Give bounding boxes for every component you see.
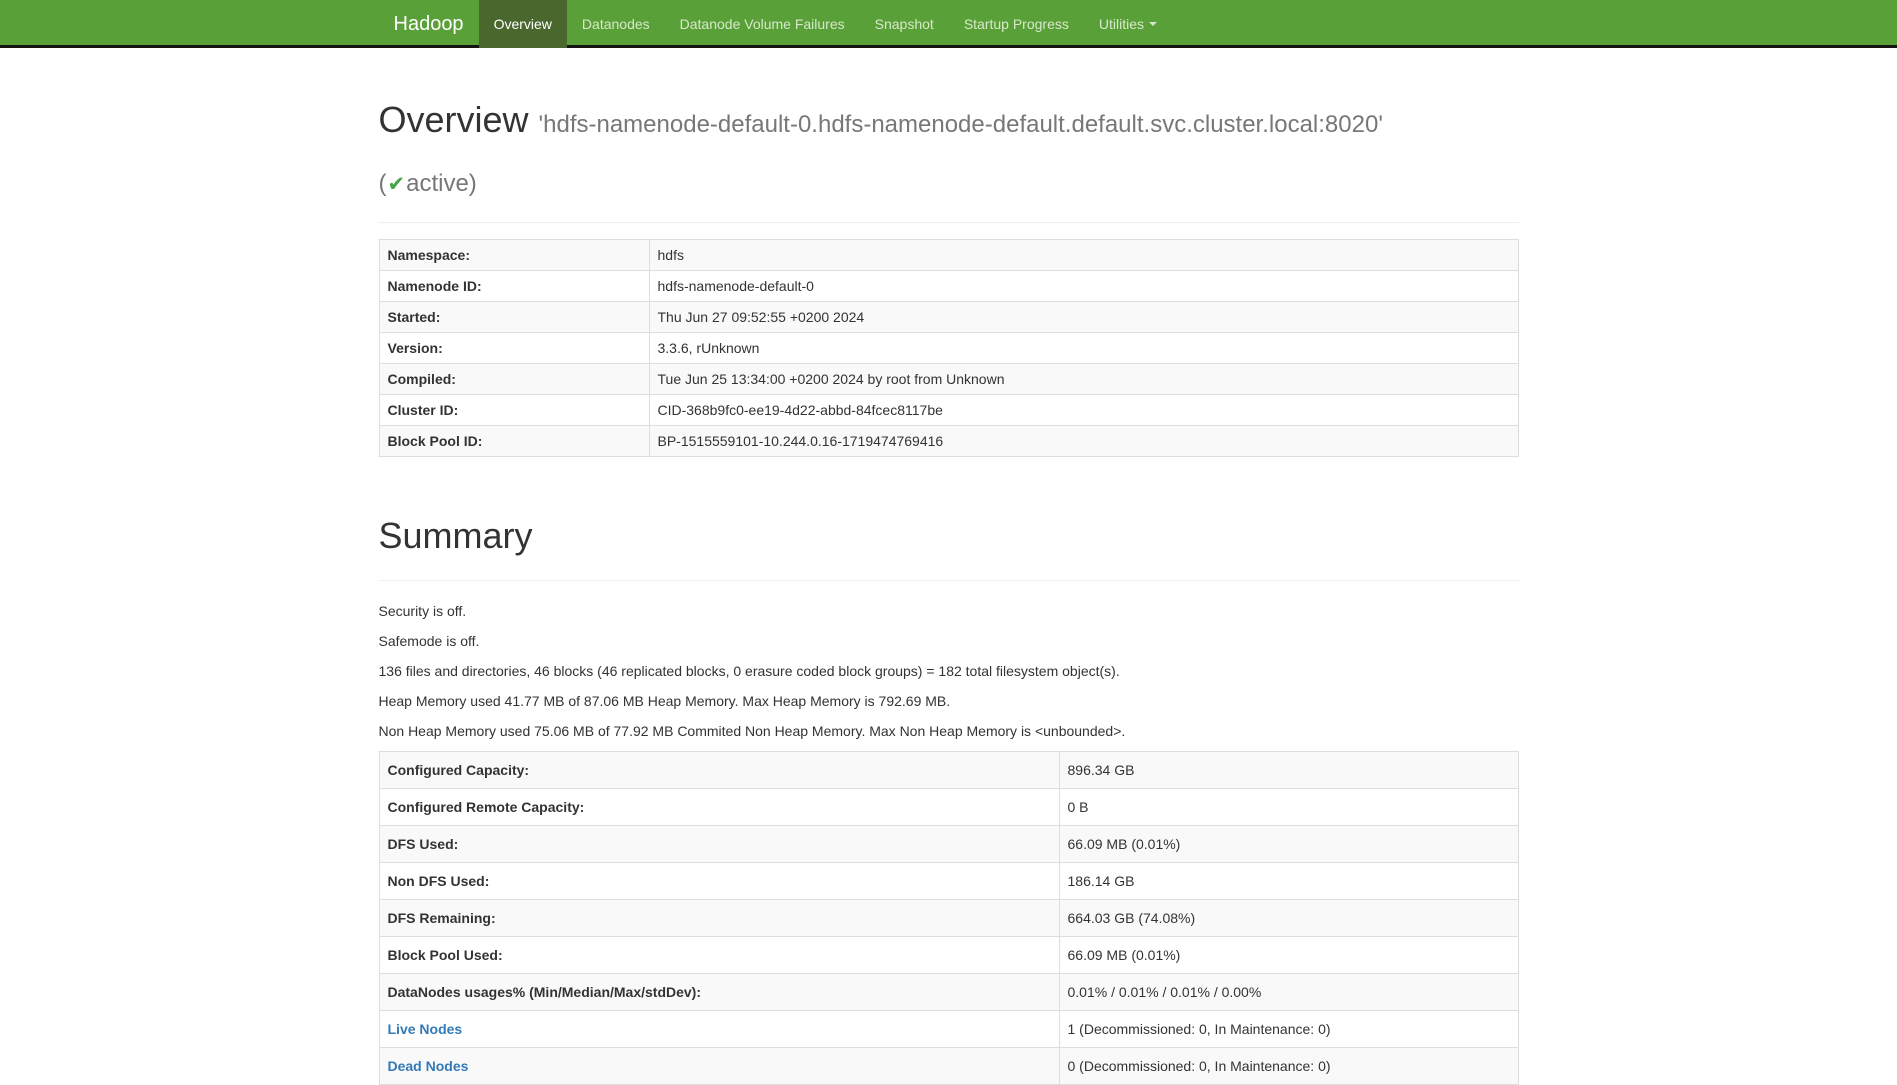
ha-status: (✔active): [379, 170, 477, 197]
summary-stats-table: Configured Capacity: 896.34 GB Configure…: [379, 751, 1519, 1085]
row-value: CID-368b9fc0-ee19-4d22-abbd-84fcec8117be: [649, 395, 1518, 426]
table-row: Version: 3.3.6, rUnknown: [379, 333, 1518, 364]
row-value: Tue Jun 25 13:34:00 +0200 2024 by root f…: [649, 364, 1518, 395]
chevron-down-icon: [1149, 22, 1157, 26]
nav-link-overview[interactable]: Overview: [479, 0, 567, 48]
safemode-status-text: Safemode is off.: [379, 631, 1519, 651]
security-status-text: Security is off.: [379, 601, 1519, 621]
namenode-info-table: Namespace: hdfs Namenode ID: hdfs-nameno…: [379, 239, 1519, 457]
row-label: Namespace:: [379, 240, 649, 271]
nav-link-snapshot[interactable]: Snapshot: [860, 0, 949, 48]
page-heading: Overview 'hdfs-namenode-default-0.hdfs-n…: [379, 93, 1519, 212]
row-value: 896.34 GB: [1059, 752, 1518, 789]
row-label: Version:: [379, 333, 649, 364]
utilities-dropdown-toggle[interactable]: Utilities: [1084, 0, 1172, 48]
table-row: Started: Thu Jun 27 09:52:55 +0200 2024: [379, 302, 1518, 333]
nav-item-utilities[interactable]: Utilities: [1084, 0, 1172, 48]
heap-memory-text: Heap Memory used 41.77 MB of 87.06 MB He…: [379, 691, 1519, 711]
table-row: Namespace: hdfs: [379, 240, 1518, 271]
filesystem-objects-text: 136 files and directories, 46 blocks (46…: [379, 661, 1519, 681]
summary-header: Summary: [379, 509, 1519, 581]
row-value: 66.09 MB (0.01%): [1059, 937, 1518, 974]
nav-item-datanode-volume-failures[interactable]: Datanode Volume Failures: [665, 0, 860, 48]
row-label: DataNodes usages% (Min/Median/Max/stdDev…: [379, 974, 1059, 1011]
table-row: Namenode ID: hdfs-namenode-default-0: [379, 271, 1518, 302]
row-value: 0 B: [1059, 789, 1518, 826]
non-heap-memory-text: Non Heap Memory used 75.06 MB of 77.92 M…: [379, 721, 1519, 741]
row-value: 3.3.6, rUnknown: [649, 333, 1518, 364]
summary-title: Summary: [379, 509, 1519, 563]
nav-link-utilities-label: Utilities: [1099, 14, 1144, 34]
table-row: Live Nodes 1 (Decommissioned: 0, In Main…: [379, 1011, 1518, 1048]
row-value: 0 (Decommissioned: 0, In Maintenance: 0): [1059, 1048, 1518, 1085]
row-value: 0.01% / 0.01% / 0.01% / 0.00%: [1059, 974, 1518, 1011]
row-value: 186.14 GB: [1059, 863, 1518, 900]
table-row: DFS Used: 66.09 MB (0.01%): [379, 826, 1518, 863]
row-value: hdfs-namenode-default-0: [649, 271, 1518, 302]
table-row: DFS Remaining: 664.03 GB (74.08%): [379, 900, 1518, 937]
nav-item-snapshot[interactable]: Snapshot: [860, 0, 949, 48]
row-label: Block Pool ID:: [379, 426, 649, 457]
main-nav: Overview Datanodes Datanode Volume Failu…: [479, 0, 1172, 48]
row-label: Namenode ID:: [379, 271, 649, 302]
nav-item-datanodes[interactable]: Datanodes: [567, 0, 665, 48]
row-value: BP-1515559101-10.244.0.16-1719474769416: [649, 426, 1518, 457]
table-row: Block Pool ID: BP-1515559101-10.244.0.16…: [379, 426, 1518, 457]
table-row: Dead Nodes 0 (Decommissioned: 0, In Main…: [379, 1048, 1518, 1085]
table-row: Compiled: Tue Jun 25 13:34:00 +0200 2024…: [379, 364, 1518, 395]
nav-link-startup-progress[interactable]: Startup Progress: [949, 0, 1084, 48]
dead-nodes-link[interactable]: Dead Nodes: [388, 1058, 469, 1074]
table-row: Non DFS Used: 186.14 GB: [379, 863, 1518, 900]
row-label: Started:: [379, 302, 649, 333]
row-label: Non DFS Used:: [379, 863, 1059, 900]
row-label: Dead Nodes: [379, 1048, 1059, 1085]
overview-header: Overview 'hdfs-namenode-default-0.hdfs-n…: [379, 93, 1519, 223]
row-value: 66.09 MB (0.01%): [1059, 826, 1518, 863]
row-label: Configured Remote Capacity:: [379, 789, 1059, 826]
check-icon: ✔: [387, 173, 407, 196]
row-label: DFS Remaining:: [379, 900, 1059, 937]
table-row: Cluster ID: CID-368b9fc0-ee19-4d22-abbd-…: [379, 395, 1518, 426]
nav-link-datanode-volume-failures[interactable]: Datanode Volume Failures: [665, 0, 860, 48]
nav-item-startup-progress[interactable]: Startup Progress: [949, 0, 1084, 48]
table-row: Configured Remote Capacity: 0 B: [379, 789, 1518, 826]
row-value: 664.03 GB (74.08%): [1059, 900, 1518, 937]
top-navbar: Hadoop Overview Datanodes Datanode Volum…: [0, 0, 1897, 48]
row-value: hdfs: [649, 240, 1518, 271]
namenode-address: 'hdfs-namenode-default-0.hdfs-namenode-d…: [379, 111, 1383, 197]
row-value: 1 (Decommissioned: 0, In Maintenance: 0): [1059, 1011, 1518, 1048]
row-label: Live Nodes: [379, 1011, 1059, 1048]
hadoop-brand[interactable]: Hadoop: [379, 0, 479, 48]
row-label: Configured Capacity:: [379, 752, 1059, 789]
table-row: DataNodes usages% (Min/Median/Max/stdDev…: [379, 974, 1518, 1011]
row-label: Compiled:: [379, 364, 649, 395]
table-row: Configured Capacity: 896.34 GB: [379, 752, 1518, 789]
nav-item-overview[interactable]: Overview: [479, 0, 567, 48]
row-label: Cluster ID:: [379, 395, 649, 426]
row-label: DFS Used:: [379, 826, 1059, 863]
page-title: Overview: [379, 99, 529, 140]
nav-link-datanodes[interactable]: Datanodes: [567, 0, 665, 48]
row-value: Thu Jun 27 09:52:55 +0200 2024: [649, 302, 1518, 333]
table-row: Block Pool Used: 66.09 MB (0.01%): [379, 937, 1518, 974]
main-content: Overview 'hdfs-namenode-default-0.hdfs-n…: [364, 93, 1534, 1085]
live-nodes-link[interactable]: Live Nodes: [388, 1021, 463, 1037]
row-label: Block Pool Used:: [379, 937, 1059, 974]
